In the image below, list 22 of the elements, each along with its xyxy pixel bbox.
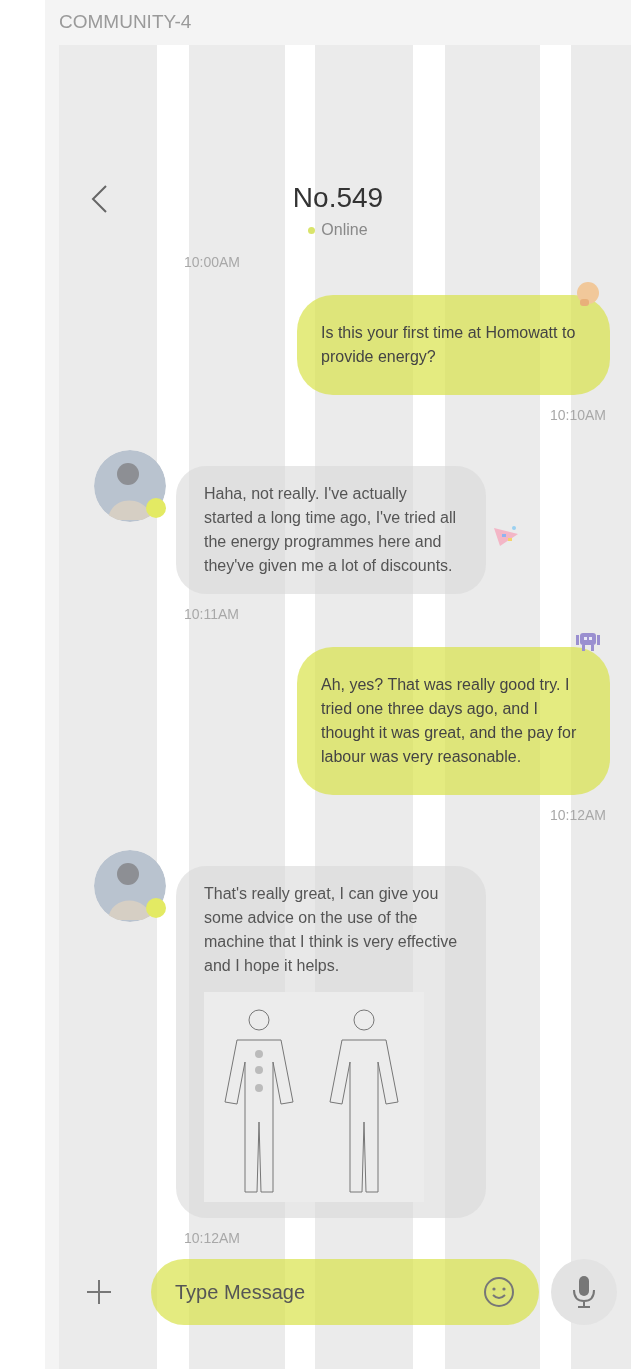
emoji-icon [576,281,600,307]
plus-icon [86,1279,112,1305]
microphone-icon [571,1275,597,1309]
avatar [94,450,166,522]
message-text: That's really great, I can give you some advice on the use of the machine that I think is very effective and I hope it helps. [204,884,458,976]
message-time: 10:10AM [549,406,606,425]
message-text: Ah, yes? That was really good try. I tried one three days ago, and I thought it was great, and the pay for labour was very reasonable. [321,675,578,767]
message-time: 10:12AM [184,1229,241,1248]
online-status: Online [321,220,368,240]
message-time: 10:12AM [549,806,606,825]
message-time: 10:11AM [184,605,239,624]
emoji-icon[interactable] [483,1276,515,1308]
back-icon [90,184,108,214]
message-input[interactable]: Type Message [151,1259,539,1325]
message-text: Is this your first time at Homowatt to provide energy? [321,323,577,367]
chat-title: No.549 [292,181,384,215]
message-time: 10:00AM [184,253,241,272]
message-text: Haha, not really. I've actually started a long time ago, I've tried all the energy programmes here and they've given me a lot of discounts. [204,484,458,576]
frame-title: COMMUNITY-4 [59,10,192,35]
party-popper-icon [492,524,520,548]
back-button[interactable] [90,184,108,214]
avatar [94,850,166,922]
